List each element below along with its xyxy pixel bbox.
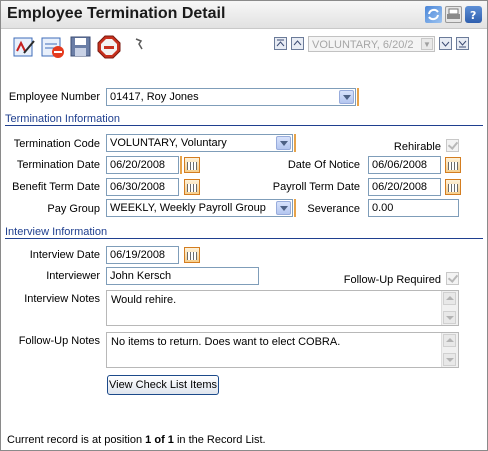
pay-group-select[interactable]: WEEKLY, Weekly Payroll Group [106,199,293,217]
scrollbar[interactable] [441,333,458,367]
required-marker [180,156,182,174]
employee-number-select[interactable]: 01417, Roy Jones [106,88,356,106]
record-status: Current record is at position 1 of 1 in … [7,434,266,446]
benefit-term-date-label: Benefit Term Date [12,181,100,193]
interview-notes-textarea[interactable]: Would rehire. [106,290,459,326]
pin-icon[interactable] [135,38,143,50]
interview-date-input[interactable]: 06/19/2008 [106,246,179,264]
first-record-button[interactable] [274,37,287,50]
interview-notes-value: Would rehire. [111,294,177,306]
pay-group-value: WEEKLY, Weekly Payroll Group [110,202,266,214]
last-record-button[interactable] [456,37,469,50]
required-marker [357,88,359,106]
next-record-button[interactable] [439,37,452,50]
severance-label: Severance [307,203,360,215]
chevron-down-icon [276,201,291,215]
scroll-up-icon[interactable] [443,334,456,347]
follow-up-notes-textarea[interactable]: No items to return. Does want to elect C… [106,332,459,368]
termination-code-select[interactable]: VOLUNTARY, Voluntary [106,134,293,152]
print-icon[interactable] [445,6,462,23]
status-prefix: Current record is at position [7,434,146,446]
termination-section-header: Termination Information [5,114,483,126]
termination-code-label: Termination Code [13,138,100,150]
scroll-up-icon[interactable] [443,292,456,305]
rehirable-label: Rehirable [393,141,441,153]
svg-text:?: ? [470,9,476,22]
interview-section-header: Interview Information [5,227,483,239]
calendar-icon[interactable] [184,179,200,195]
payroll-term-date-input[interactable]: 06/20/2008 [368,178,441,196]
calendar-icon[interactable] [184,247,200,263]
status-suffix: in the Record List. [173,434,266,446]
edit-record-icon[interactable] [13,35,37,59]
follow-up-required-checkbox[interactable] [446,272,459,285]
interview-notes-label: Interview Notes [24,293,100,305]
termination-detail-window: Employee Termination Detail ? VOLUNTARY,… [0,0,488,451]
termination-date-label: Termination Date [16,159,100,171]
payroll-term-date-label: Payroll Term Date [272,181,360,193]
termination-date-input[interactable]: 06/20/2008 [106,156,179,174]
save-icon[interactable] [69,35,93,59]
chevron-down-icon [339,90,354,104]
window-title: Employee Termination Detail [7,5,226,22]
scrollbar[interactable] [441,291,458,325]
help-icon[interactable]: ? [465,6,482,23]
calendar-icon[interactable] [445,179,461,195]
severance-input[interactable]: 0.00 [368,199,459,217]
scroll-down-icon[interactable] [443,353,456,366]
follow-up-notes-label: Follow-Up Notes [18,335,100,347]
toolbar: VOLUNTARY, 6/20/2 ▼ [1,29,487,67]
refresh-icon[interactable] [425,6,442,23]
calendar-icon[interactable] [445,157,461,173]
benefit-term-date-input[interactable]: 06/30/2008 [106,178,179,196]
required-marker [294,134,296,152]
interviewer-label: Interviewer [46,270,100,282]
pay-group-label: Pay Group [47,203,100,215]
chevron-down-icon: ▼ [421,38,433,50]
previous-record-button[interactable] [291,37,304,50]
employee-number-value: 01417, Roy Jones [110,91,199,103]
required-marker [294,199,296,217]
scroll-down-icon[interactable] [443,311,456,324]
date-of-notice-label: Date Of Notice [287,159,360,171]
record-navigator-value: VOLUNTARY, 6/20/2 [312,39,414,51]
chevron-down-icon [276,136,291,150]
date-of-notice-input[interactable]: 06/06/2008 [368,156,441,174]
new-record-icon[interactable] [41,35,65,59]
employee-number-label: Employee Number [8,91,100,103]
stop-icon[interactable] [97,35,121,59]
follow-up-required-label: Follow-Up Required [343,274,441,286]
termination-code-value: VOLUNTARY, Voluntary [110,137,227,149]
status-position: 1 of 1 [145,434,174,446]
title-bar: Employee Termination Detail ? [1,1,487,29]
interview-date-label: Interview Date [29,249,100,261]
interviewer-input[interactable]: John Kersch [106,267,259,285]
view-check-list-items-button[interactable]: View Check List Items [107,375,219,395]
follow-up-notes-value: No items to return. Does want to elect C… [111,336,341,348]
rehirable-checkbox[interactable] [446,139,459,152]
record-navigator-select[interactable]: VOLUNTARY, 6/20/2 ▼ [308,36,435,52]
calendar-icon[interactable] [184,157,200,173]
